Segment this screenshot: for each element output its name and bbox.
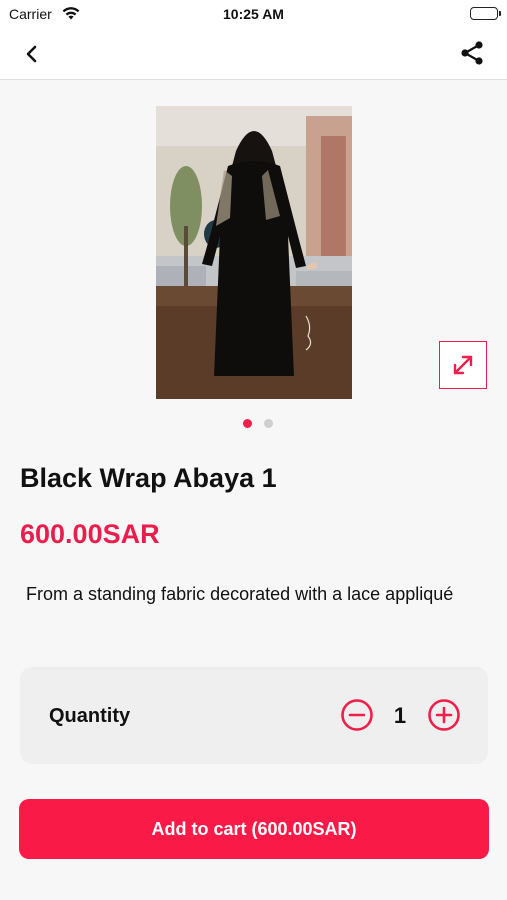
minus-circle-icon <box>341 699 373 731</box>
add-to-cart-label: Add to cart (600.00SAR) <box>151 818 357 839</box>
share-button[interactable] <box>457 38 487 68</box>
expand-arrows-icon <box>453 355 473 375</box>
add-to-cart-button[interactable]: Add to cart (600.00SAR) <box>19 799 489 859</box>
product-title: Black Wrap Abaya 1 <box>20 463 277 493</box>
battery-icon <box>470 7 501 20</box>
back-button[interactable] <box>18 40 46 68</box>
gallery-page-indicator <box>0 419 507 428</box>
expand-image-button[interactable] <box>439 341 487 389</box>
increase-quantity-button[interactable] <box>427 698 461 732</box>
share-icon <box>461 41 483 65</box>
abaya-photo <box>156 106 352 399</box>
page-dot-active[interactable] <box>242 419 252 428</box>
status-bar: Carrier 10:25 AM <box>0 0 507 28</box>
product-price: 600.00SAR <box>20 519 160 549</box>
product-image[interactable] <box>156 106 352 399</box>
chevron-left-icon <box>26 45 37 63</box>
quantity-card: Quantity 1 <box>20 667 488 764</box>
quantity-value: 1 <box>393 703 407 728</box>
navigation-bar <box>0 28 507 80</box>
status-time: 10:25 AM <box>223 6 284 22</box>
product-description: From a standing fabric decorated with a … <box>26 584 454 604</box>
decrease-quantity-button[interactable] <box>340 698 374 732</box>
plus-circle-icon <box>428 699 460 731</box>
quantity-label: Quantity <box>49 705 131 727</box>
page-dot[interactable] <box>263 419 273 428</box>
